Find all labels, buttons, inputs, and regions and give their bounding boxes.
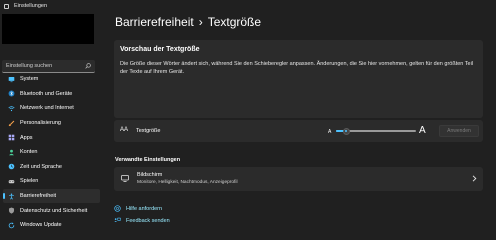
wifi-icon xyxy=(8,105,15,112)
sidebar-item-label: Windows Update xyxy=(20,222,62,229)
sidebar-item-network[interactable]: Netzwerk und Internet xyxy=(3,101,100,116)
related-settings-heading: Verwandte Einstellungen xyxy=(115,157,181,163)
slider-thumb[interactable] xyxy=(342,127,350,135)
sidebar-item-label: Zeit und Sprache xyxy=(20,163,62,170)
preview-heading: Vorschau der Textgröße xyxy=(120,46,200,53)
breadcrumb: Barrierefreiheit › Textgröße xyxy=(115,15,261,29)
update-icon xyxy=(8,222,15,229)
feedback-link[interactable]: Feedback senden xyxy=(114,217,170,224)
display-title: Bildschirm xyxy=(137,172,163,178)
window-title: Einstellungen xyxy=(14,3,48,9)
page-title: Textgröße xyxy=(207,15,262,29)
settings-app-icon xyxy=(4,3,9,9)
feedback-icon xyxy=(114,217,121,224)
text-size-label: Textgröße xyxy=(136,128,161,134)
sidebar-item-label: Datenschutz und Sicherheit xyxy=(20,207,88,214)
feedback-link-label[interactable]: Feedback senden xyxy=(126,218,170,224)
sidebar-item-gaming[interactable]: Spielen xyxy=(3,174,100,189)
search-input[interactable] xyxy=(6,63,82,69)
accessibility-icon xyxy=(8,193,15,200)
globe-clock-icon xyxy=(8,163,15,170)
text-size-slider[interactable] xyxy=(336,127,416,135)
monitor-icon xyxy=(8,76,15,83)
sidebar-item-label: Bluetooth und Geräte xyxy=(20,90,73,97)
text-size-icon: AA xyxy=(120,127,129,133)
breadcrumb-separator: › xyxy=(198,15,203,29)
sidebar-item-privacy-security[interactable]: Datenschutz und Sicherheit xyxy=(3,203,100,218)
help-icon xyxy=(114,205,121,212)
apply-button[interactable]: Anwenden xyxy=(439,125,479,137)
display-subtitle: Monitore, Helligkeit, Nachtmodus, Anzeig… xyxy=(137,180,238,185)
gamepad-icon xyxy=(8,178,15,185)
help-link[interactable]: Hilfe anfordern xyxy=(114,205,162,212)
chevron-right-icon xyxy=(472,175,477,182)
help-link-label[interactable]: Hilfe anfordern xyxy=(126,206,162,212)
sidebar-item-label: Apps xyxy=(20,134,33,141)
breadcrumb-parent[interactable]: Barrierefreiheit xyxy=(115,15,194,29)
sidebar-item-system[interactable]: System xyxy=(3,72,100,87)
sidebar-item-label: Netzwerk und Internet xyxy=(20,105,74,112)
sidebar: System Bluetooth und Geräte Netzwerk und… xyxy=(0,12,103,240)
bluetooth-icon xyxy=(8,90,15,97)
sidebar-item-apps[interactable]: Apps xyxy=(3,130,100,145)
text-size-setting-row: AA Textgröße A A Anwenden xyxy=(114,120,483,142)
sidebar-item-label: Barrierefreiheit xyxy=(20,193,57,200)
sidebar-item-time-language[interactable]: Zeit und Sprache xyxy=(3,160,100,175)
brush-icon xyxy=(8,120,15,127)
shield-icon xyxy=(8,207,15,214)
display-settings-row[interactable]: Bildschirm Monitore, Helligkeit, Nachtmo… xyxy=(114,167,483,191)
sidebar-item-label: Spielen xyxy=(20,178,39,185)
search-icon[interactable] xyxy=(85,63,91,69)
sidebar-item-windows-update[interactable]: Windows Update xyxy=(3,218,100,233)
user-profile[interactable] xyxy=(2,14,94,44)
title-bar: Einstellungen xyxy=(0,0,496,12)
sidebar-item-label: Konten xyxy=(20,149,38,156)
person-icon xyxy=(8,149,15,156)
apps-icon xyxy=(8,134,15,141)
large-a-label: A xyxy=(419,125,426,136)
sidebar-item-bluetooth[interactable]: Bluetooth und Geräte xyxy=(3,87,100,102)
sidebar-nav: System Bluetooth und Geräte Netzwerk und… xyxy=(0,72,103,233)
monitor-icon xyxy=(121,175,129,182)
text-size-preview-card: Vorschau der Textgröße Die Größe dieser … xyxy=(114,40,483,118)
sidebar-item-personalization[interactable]: Personalisierung xyxy=(3,116,100,131)
preview-text: Die Größe dieser Wörter ändert sich, wäh… xyxy=(120,61,474,75)
small-a-label: A xyxy=(328,128,332,135)
sidebar-item-label: System xyxy=(20,76,39,83)
sidebar-item-label: Personalisierung xyxy=(20,120,61,127)
sidebar-item-accessibility[interactable]: Barrierefreiheit xyxy=(3,188,100,204)
sidebar-item-accounts[interactable]: Konten xyxy=(3,145,100,160)
